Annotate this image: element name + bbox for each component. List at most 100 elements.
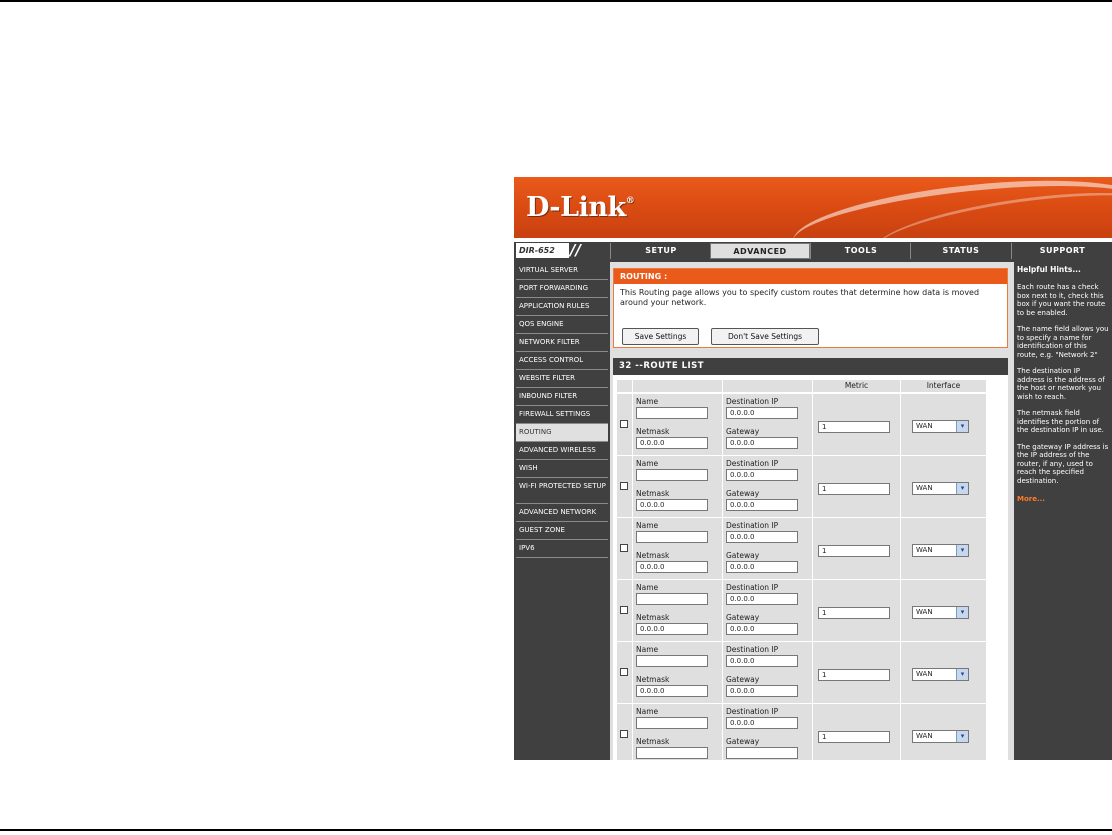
- route-rows: Name Netmask 0.0.0.0 Destination IP 0.0.0.0 G…: [617, 394, 1002, 760]
- header-interface: Interface: [901, 380, 986, 392]
- sidebar-item-network-filter[interactable]: NETWORK FILTER: [516, 334, 608, 352]
- route-enable-checkbox[interactable]: [620, 606, 628, 614]
- sidebar-item-port-forwarding[interactable]: PORT FORWARDING: [516, 280, 608, 298]
- route-enable-checkbox[interactable]: [620, 544, 628, 552]
- sidebar-item-qos-engine[interactable]: QOS ENGINE: [516, 316, 608, 334]
- name-input[interactable]: [636, 531, 708, 543]
- gateway-input[interactable]: 0.0.0.0: [726, 561, 798, 573]
- metric-input[interactable]: 1: [818, 607, 890, 619]
- netmask-input[interactable]: [636, 747, 708, 759]
- destination-ip-input[interactable]: 0.0.0.0: [726, 655, 798, 667]
- route-table: Metric Interface Name Netmask 0.0.0.0 Desti…: [617, 380, 1002, 760]
- sidebar-item-routing[interactable]: ROUTING: [516, 424, 608, 442]
- metric-input[interactable]: 1: [818, 669, 890, 681]
- destination-ip-input[interactable]: 0.0.0.0: [726, 407, 798, 419]
- interface-select[interactable]: WAN ▾: [912, 482, 969, 495]
- metric-input[interactable]: 1: [818, 483, 890, 495]
- routing-title: ROUTING :: [614, 269, 1007, 284]
- destination-ip-input[interactable]: 0.0.0.0: [726, 469, 798, 481]
- hint-text: The destination IP address is the addres…: [1017, 367, 1105, 401]
- tab-setup[interactable]: SETUP: [610, 243, 711, 259]
- table-row: Name Netmask 0.0.0.0 Destination IP 0.0.0.0 G…: [617, 456, 1002, 517]
- sidebar-item-inbound-filter[interactable]: INBOUND FILTER: [516, 388, 608, 406]
- netmask-label: Netmask: [636, 737, 670, 746]
- table-row: Name Netmask 0.0.0.0 Destination IP 0.0.0.0 G…: [617, 642, 1002, 703]
- tab-status[interactable]: STATUS: [910, 243, 1011, 259]
- sidebar-item-website-filter[interactable]: WEBSITE FILTER: [516, 370, 608, 388]
- gateway-label: Gateway: [726, 427, 760, 436]
- name-input[interactable]: [636, 655, 708, 667]
- route-enable-checkbox[interactable]: [620, 482, 628, 490]
- sidebar-item-guest-zone[interactable]: GUEST ZONE: [516, 522, 608, 540]
- header-cell-ip: [723, 380, 812, 392]
- dlink-logo: D-Link®: [526, 192, 635, 223]
- name-input[interactable]: [636, 407, 708, 419]
- name-input[interactable]: [636, 593, 708, 605]
- netmask-label: Netmask: [636, 613, 670, 622]
- name-input[interactable]: [636, 469, 708, 481]
- netmask-input[interactable]: 0.0.0.0: [636, 623, 708, 635]
- netmask-input[interactable]: 0.0.0.0: [636, 499, 708, 511]
- router-admin-screenshot: D-Link® DIR-652 // SETUP ADVANCED TOOLS …: [514, 177, 1112, 760]
- sidebar-item-ipv6[interactable]: IPV6: [516, 540, 608, 558]
- gateway-input[interactable]: 0.0.0.0: [726, 437, 798, 449]
- interface-select[interactable]: WAN ▾: [912, 668, 969, 681]
- table-row: Name Netmask 0.0.0.0 Destination IP 0.0.0.0 G…: [617, 394, 1002, 455]
- dont-save-settings-button[interactable]: Don't Save Settings: [711, 328, 819, 345]
- interface-select[interactable]: WAN ▾: [912, 420, 969, 433]
- destination-ip-input[interactable]: 0.0.0.0: [726, 531, 798, 543]
- route-name-cell: Name Netmask 0.0.0.0: [633, 456, 722, 517]
- sidebar-item-virtual-server[interactable]: VIRTUAL SERVER: [516, 262, 608, 280]
- route-name-cell: Name Netmask 0.0.0.0: [633, 394, 722, 455]
- route-check-cell: [617, 518, 632, 579]
- tab-advanced[interactable]: ADVANCED: [710, 243, 810, 259]
- sidebar-item-application-rules[interactable]: APPLICATION RULES: [516, 298, 608, 316]
- table-row: Name Netmask 0.0.0.0 Destination IP 0.0.0.0 G…: [617, 580, 1002, 641]
- interface-select[interactable]: WAN ▾: [912, 730, 969, 743]
- gateway-input[interactable]: 0.0.0.0: [726, 685, 798, 697]
- netmask-input[interactable]: 0.0.0.0: [636, 685, 708, 697]
- interface-select[interactable]: WAN ▾: [912, 606, 969, 619]
- hint-text: The netmask field identifies the portion…: [1017, 409, 1104, 434]
- route-metric-cell: 1: [813, 456, 900, 517]
- metric-input[interactable]: 1: [818, 731, 890, 743]
- route-name-cell: Name Netmask 0.0.0.0: [633, 518, 722, 579]
- sidebar: VIRTUAL SERVER PORT FORWARDING APPLICATI…: [516, 262, 608, 760]
- route-metric-cell: 1: [813, 704, 900, 760]
- save-settings-button[interactable]: Save Settings: [622, 328, 699, 345]
- model-label: DIR-652: [516, 243, 569, 258]
- destination-ip-input[interactable]: 0.0.0.0: [726, 593, 798, 605]
- netmask-input[interactable]: 0.0.0.0: [636, 561, 708, 573]
- hints-more-link[interactable]: More...: [1014, 495, 1112, 503]
- route-enable-checkbox[interactable]: [620, 730, 628, 738]
- sidebar-item-wish[interactable]: WISH: [516, 460, 608, 478]
- route-interface-cell: WAN ▾: [901, 704, 986, 760]
- tab-support[interactable]: SUPPORT: [1011, 243, 1112, 259]
- destination-ip-label: Destination IP: [726, 397, 779, 406]
- gateway-input[interactable]: 0.0.0.0: [726, 499, 798, 511]
- main-content: ROUTING : This Routing page allows you t…: [610, 262, 1014, 760]
- gateway-input[interactable]: 0.0.0.0: [726, 623, 798, 635]
- route-enable-checkbox[interactable]: [620, 668, 628, 676]
- gateway-input[interactable]: [726, 747, 798, 759]
- tab-tools[interactable]: TOOLS: [810, 243, 911, 259]
- gateway-label: Gateway: [726, 551, 760, 560]
- sidebar-item-wifi-protected-setup[interactable]: WI-FI PROTECTED SETUP: [516, 478, 608, 504]
- table-row: Name Netmask Destination IP 0.0.0.0 Gateway 1…: [617, 704, 1002, 760]
- metric-input[interactable]: 1: [818, 421, 890, 433]
- route-enable-checkbox[interactable]: [620, 420, 628, 428]
- interface-select[interactable]: WAN ▾: [912, 544, 969, 557]
- metric-input[interactable]: 1: [818, 545, 890, 557]
- route-ip-cell: Destination IP 0.0.0.0 Gateway 0.0.0.0: [723, 394, 812, 455]
- sidebar-item-advanced-wireless[interactable]: ADVANCED WIRELESS: [516, 442, 608, 460]
- destination-ip-input[interactable]: 0.0.0.0: [726, 717, 798, 729]
- sidebar-item-firewall-settings[interactable]: FIREWALL SETTINGS: [516, 406, 608, 424]
- netmask-input[interactable]: 0.0.0.0: [636, 437, 708, 449]
- name-input[interactable]: [636, 717, 708, 729]
- sidebar-item-access-control[interactable]: ACCESS CONTROL: [516, 352, 608, 370]
- route-list-title: 32 --ROUTE LIST: [613, 358, 1008, 375]
- route-metric-cell: 1: [813, 394, 900, 455]
- route-check-cell: [617, 456, 632, 517]
- gateway-label: Gateway: [726, 675, 760, 684]
- sidebar-item-advanced-network[interactable]: ADVANCED NETWORK: [516, 504, 608, 522]
